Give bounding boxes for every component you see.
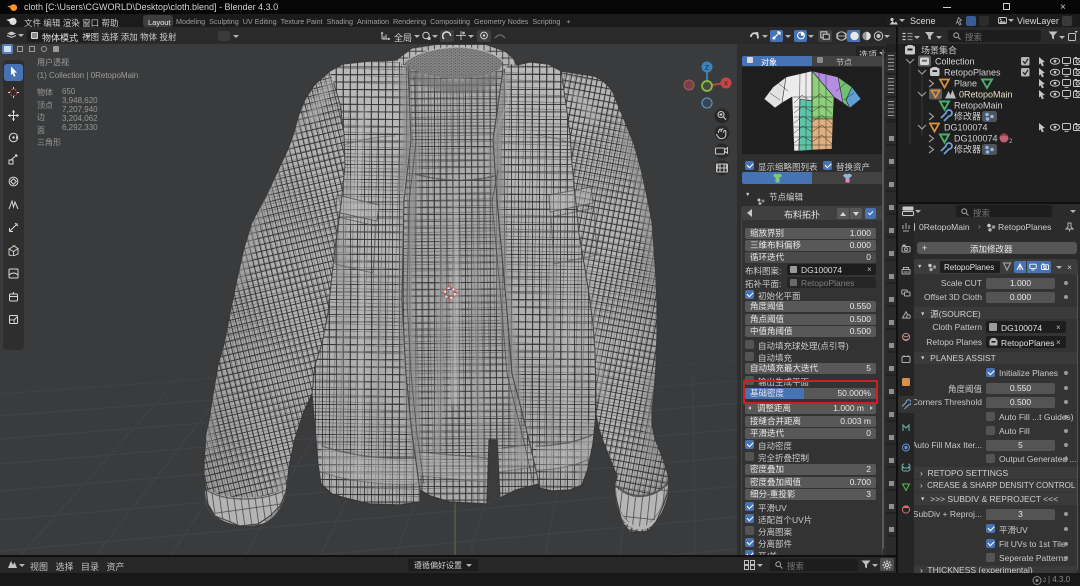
svg-text:Collection: Collection [935, 57, 975, 67]
svg-text:RetopoMain: RetopoMain [954, 101, 1003, 111]
svg-text:0RetopoMain: 0RetopoMain [959, 90, 1013, 100]
svg-text:DG100074: DG100074 [944, 123, 988, 133]
svg-text:修改器: 修改器 [954, 111, 981, 122]
svg-text:Plane: Plane [954, 79, 977, 89]
svg-text:DG100074: DG100074 [954, 134, 998, 144]
svg-text:修改器: 修改器 [954, 144, 981, 155]
svg-text:RetopoPlanes: RetopoPlanes [944, 68, 1001, 78]
svg-text:2: 2 [1009, 138, 1013, 145]
svg-text:Z: Z [705, 65, 709, 72]
svg-text:场景集合: 场景集合 [921, 45, 957, 56]
svg-text:X: X [724, 81, 729, 88]
